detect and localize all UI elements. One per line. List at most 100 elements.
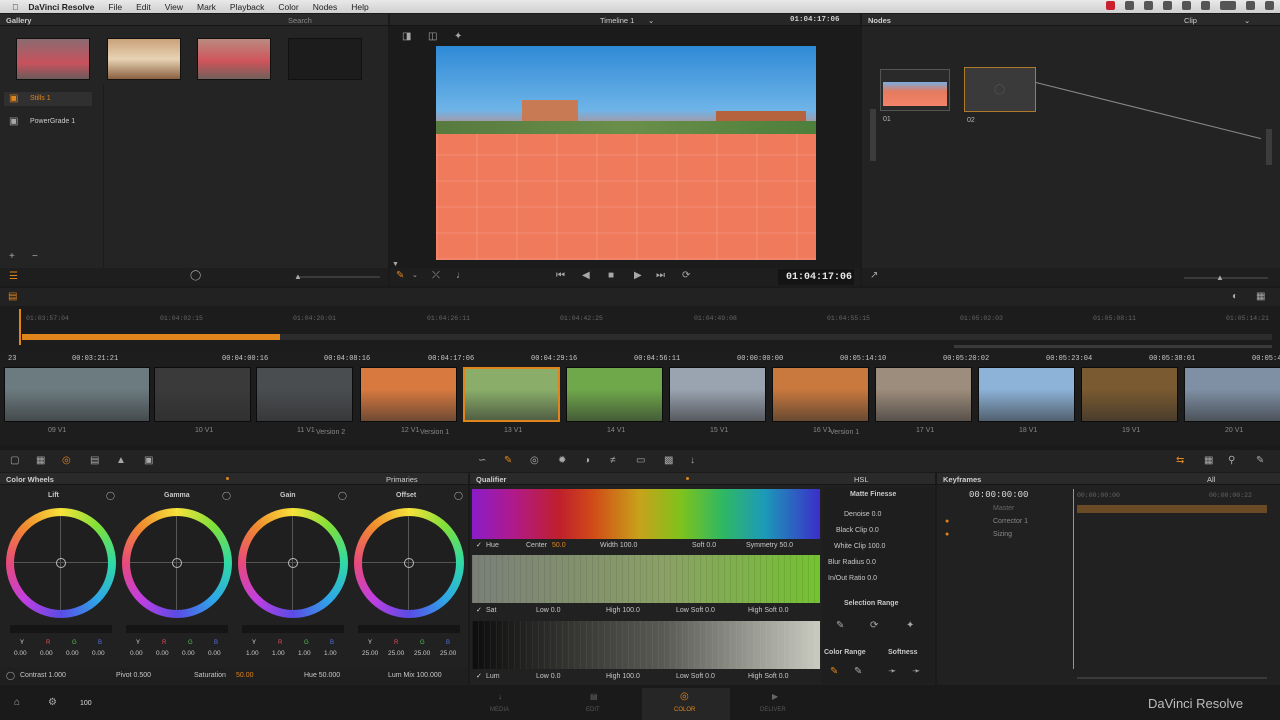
hue-width[interactable]: Width 100.0 (600, 542, 637, 549)
sat-high-soft[interactable]: High Soft 0.0 (748, 607, 788, 614)
channel-value[interactable]: 0.00 (40, 650, 53, 657)
remove-album-icon[interactable]: − (32, 252, 38, 262)
channel-value[interactable]: 25.00 (414, 650, 430, 657)
node-input-handle[interactable] (870, 109, 876, 161)
still-placeholder[interactable] (288, 38, 362, 80)
audio-icon[interactable]: ♩ (456, 271, 466, 281)
playhead[interactable] (19, 309, 21, 345)
node-cursor-icon[interactable]: ↗ (870, 271, 878, 281)
chevron-down-icon[interactable]: ⌄ (412, 271, 418, 281)
blur-radius-field[interactable]: Blur Radius 0.0 (828, 559, 876, 566)
tracker-icon[interactable]: ✹ (558, 456, 566, 466)
keyframes-icon[interactable]: ⇆ (1176, 456, 1184, 466)
album-stills-1[interactable]: ▣ Stills 1 (4, 92, 92, 106)
lum-gradient[interactable] (472, 621, 820, 669)
track-sizing[interactable]: Sizing (993, 531, 1012, 538)
channel-value[interactable]: 0.00 (92, 650, 105, 657)
scopes-icon[interactable]: ↓ (690, 456, 695, 466)
play-icon[interactable]: ▶ (634, 271, 642, 281)
qualifier-mode-select[interactable]: HSL (854, 475, 869, 484)
scopes-toggle-icon[interactable]: ▦ (1204, 456, 1213, 466)
node-output-handle[interactable] (1266, 129, 1272, 165)
lum-checkbox[interactable]: ✓ (476, 672, 482, 680)
wheel-puck[interactable] (404, 558, 414, 568)
chevron-down-icon[interactable]: ⌄ (648, 16, 654, 25)
menu-mark[interactable]: Mark (197, 2, 216, 12)
search-icon[interactable] (1246, 1, 1255, 10)
channel-value[interactable]: 1.00 (298, 650, 311, 657)
stabilizer-icon[interactable]: ▣ (144, 456, 153, 466)
lum-low[interactable]: Low 0.0 (536, 673, 561, 680)
skip-end-icon[interactable]: ⏭ (656, 271, 665, 281)
sat-gradient[interactable] (472, 555, 820, 603)
hue-field[interactable]: Hue 50.000 (304, 672, 340, 679)
clip-thumbnail[interactable] (566, 367, 663, 422)
channel-value[interactable]: 25.00 (388, 650, 404, 657)
slider-handle-icon[interactable]: ▲ (294, 272, 302, 282)
settings-icon[interactable]: ⚙ (48, 698, 57, 708)
menu-file[interactable]: File (108, 2, 122, 12)
menu-edit[interactable]: Edit (136, 2, 151, 12)
gallery-view-icon[interactable]: ◯ (190, 271, 201, 281)
menu-color[interactable]: Color (278, 2, 298, 12)
sat-checkbox[interactable]: ✓ (476, 606, 482, 614)
key-icon[interactable]: ≠ (610, 456, 616, 466)
status-icon[interactable] (1125, 1, 1134, 10)
hue-center-value[interactable]: 50.0 (552, 542, 566, 549)
lum-high-soft[interactable]: High Soft 0.0 (748, 673, 788, 680)
channel-value[interactable]: 0.00 (208, 650, 221, 657)
eyedropper-magic-icon[interactable]: ✦ (906, 621, 914, 631)
node-01[interactable]: 01 (880, 69, 950, 123)
channel-value[interactable]: 1.00 (324, 650, 337, 657)
color-wheel[interactable] (238, 508, 348, 618)
clip-thumbnail[interactable] (875, 367, 972, 422)
reset-wheel-icon[interactable]: ◯ (454, 491, 463, 501)
sat-high[interactable]: High 100.0 (606, 607, 640, 614)
status-icon[interactable] (1144, 1, 1153, 10)
menu-app-name[interactable]: DaVinci Resolve (28, 2, 94, 12)
clip-thumbnail[interactable] (669, 367, 766, 422)
clip-thumbnail[interactable] (4, 367, 150, 422)
blur-icon[interactable]: ◑ (584, 456, 590, 466)
color-wheel[interactable] (122, 508, 232, 618)
clip-thumbnail[interactable] (360, 367, 457, 422)
hue-soft[interactable]: Soft 0.0 (692, 542, 716, 549)
slider-handle-icon[interactable]: ▲ (1216, 273, 1224, 283)
channel-value[interactable]: 0.00 (182, 650, 195, 657)
clip-thumbnail[interactable] (978, 367, 1075, 422)
menu-help[interactable]: Help (351, 2, 368, 12)
zoom-icon[interactable]: ⚲ (1228, 456, 1235, 466)
reset-wheel-icon[interactable]: ◯ (338, 491, 347, 501)
still-thumbnail[interactable] (197, 38, 271, 80)
volume-icon[interactable] (1201, 1, 1210, 10)
rgb-mixer-icon[interactable]: ▤ (90, 456, 99, 466)
reset-icon[interactable]: ◯ (6, 671, 15, 681)
tab-media[interactable]: ↓ MEDIA (462, 688, 542, 720)
fullscreen-icon[interactable]: ▦ (1256, 292, 1265, 302)
primaries-mode-select[interactable]: Primaries (386, 475, 418, 484)
channel-value[interactable]: 1.00 (246, 650, 259, 657)
tab-deliver[interactable]: ▶ DELIVER (736, 688, 816, 720)
contrast-field[interactable]: Contrast 1.000 (20, 672, 66, 679)
tab-edit[interactable]: ▤ EDIT (554, 688, 634, 720)
loop-icon[interactable]: ⟳ (682, 271, 690, 281)
eyedropper-add-icon[interactable]: ⟳ (870, 621, 878, 631)
softness-add-icon[interactable]: ➛ (888, 667, 896, 677)
master-wheel-slider[interactable] (10, 625, 112, 633)
3d-icon[interactable]: ▩ (664, 456, 673, 466)
master-wheel-slider[interactable] (126, 625, 228, 633)
motion-icon[interactable]: ▲ (116, 456, 126, 466)
clip-thumbnail[interactable] (1081, 367, 1178, 422)
sizing-icon[interactable]: ▭ (636, 456, 645, 466)
split-screen-icon[interactable]: ◫ (428, 32, 437, 42)
chevron-down-icon[interactable]: ⌄ (1244, 16, 1250, 25)
sat-low[interactable]: Low 0.0 (536, 607, 561, 614)
range-subtract-icon[interactable]: ✎ (854, 667, 862, 677)
menu-list-icon[interactable] (1265, 1, 1274, 10)
viewer-mode-icon[interactable]: ◨ (402, 32, 411, 42)
list-view-icon[interactable]: ☰ (9, 272, 18, 282)
timeline-scrollbar[interactable] (954, 345, 1272, 348)
wheel-puck[interactable] (172, 558, 182, 568)
channel-value[interactable]: 0.00 (14, 650, 27, 657)
clip-thumbnail[interactable] (256, 367, 353, 422)
